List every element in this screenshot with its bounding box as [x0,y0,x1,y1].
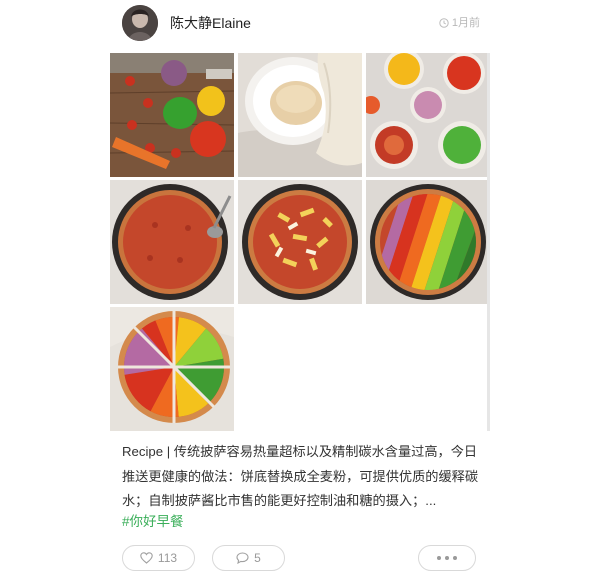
image-tile-vegetables[interactable] [110,53,234,177]
post-time-text: 1月前 [451,17,480,29]
rainbow-pizza-photo [366,180,490,304]
post-hashtag[interactable]: #你好早餐 [122,512,184,532]
dough-photo [238,53,362,177]
avatar-photo [122,5,158,41]
author-name[interactable]: 陈大静Elaine [170,14,251,32]
cheese-layer-photo [238,180,362,304]
image-grid [110,53,490,431]
more-dots-icon [445,556,449,560]
image-tile-sauce[interactable] [110,180,234,304]
post-body-text[interactable]: Recipe | 传统披萨容易热量超标以及精制碳水含量过高，今日推送更健康的做法… [122,440,482,514]
sliced-pizza-photo [110,307,234,431]
vegetables-photo [110,53,234,177]
comment-bubble-icon [236,552,249,564]
image-tile-cheese[interactable] [238,180,362,304]
sauce-base-photo [110,180,234,304]
more-dots-icon [437,556,441,560]
post-header: 陈大静Elaine 1月前 [120,5,480,43]
more-dots-icon [453,556,457,560]
grid-edge [487,53,490,431]
heart-icon [140,552,153,564]
like-button[interactable]: 113 [122,545,195,571]
clock-icon [439,18,449,28]
more-options-button[interactable] [418,545,476,571]
avatar[interactable] [122,5,158,41]
comment-button[interactable]: 5 [212,545,285,571]
like-count: 113 [157,551,178,565]
comment-count: 5 [254,551,261,565]
post-time: 1月前 [439,16,480,30]
image-tile-rainbow-pizza[interactable] [366,180,490,304]
image-tile-dough[interactable] [238,53,362,177]
image-tile-toppings[interactable] [366,53,490,177]
image-tile-sliced-pizza[interactable] [110,307,234,431]
toppings-photo [366,53,490,177]
